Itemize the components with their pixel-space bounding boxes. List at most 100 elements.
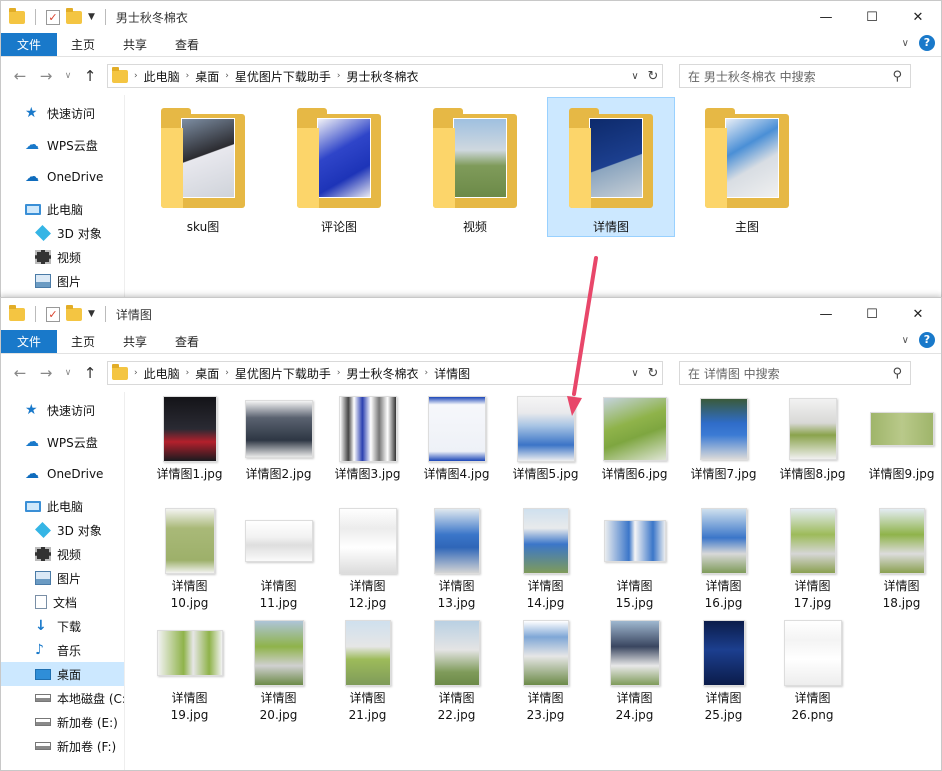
- refresh-icon[interactable]: ↻: [644, 69, 662, 84]
- nav-item[interactable]: 本地磁盘 (C:: [1, 686, 124, 710]
- breadcrumb-item[interactable]: 桌面: [195, 68, 219, 85]
- tab-share[interactable]: 共享: [109, 33, 161, 56]
- up-button[interactable]: ↑: [81, 67, 99, 85]
- recent-locations-icon[interactable]: ∨: [63, 71, 73, 81]
- address-dropdown-icon[interactable]: ∨: [626, 71, 644, 82]
- nav-item[interactable]: ↓ 下载: [1, 614, 124, 638]
- folder-item[interactable]: 详情图: [547, 97, 675, 237]
- nav-item[interactable]: ♪ 音乐: [1, 638, 124, 662]
- file-item[interactable]: 详情图 26.png: [768, 616, 857, 728]
- file-item[interactable]: 详情图 10.jpg: [145, 504, 234, 616]
- properties-icon[interactable]: ✓: [46, 9, 60, 25]
- tab-view[interactable]: 查看: [161, 330, 213, 353]
- back-button[interactable]: ←: [11, 67, 29, 85]
- nav-item-videos[interactable]: 视频: [1, 245, 124, 269]
- tab-home[interactable]: 主页: [57, 33, 109, 56]
- nav-item[interactable]: 此电脑: [1, 494, 124, 518]
- breadcrumb-item[interactable]: 此电脑: [144, 365, 180, 382]
- recent-locations-icon[interactable]: ∨: [63, 368, 73, 378]
- tab-home[interactable]: 主页: [57, 330, 109, 353]
- refresh-icon[interactable]: ↻: [644, 366, 662, 381]
- help-icon[interactable]: ?: [919, 332, 935, 348]
- file-item[interactable]: 详情图5.jpg: [501, 392, 590, 504]
- breadcrumb-item[interactable]: 桌面: [195, 365, 219, 382]
- tab-share[interactable]: 共享: [109, 330, 161, 353]
- nav-item[interactable]: ★ 快速访问: [1, 398, 124, 422]
- nav-item[interactable]: 3D 对象: [1, 518, 124, 542]
- maximize-button[interactable]: ☐: [849, 1, 895, 33]
- file-item[interactable]: 详情图 18.jpg: [857, 504, 941, 616]
- file-item[interactable]: 详情图 23.jpg: [501, 616, 590, 728]
- nav-item-3d-objects[interactable]: 3D 对象: [1, 221, 124, 245]
- file-item[interactable]: 详情图1.jpg: [145, 392, 234, 504]
- quick-access-dropdown-icon[interactable]: ▼: [88, 12, 95, 22]
- forward-button[interactable]: →: [37, 364, 55, 382]
- title-bar[interactable]: ✓ ▼ 男士秋冬棉衣 — ☐ ✕: [1, 1, 941, 33]
- nav-item[interactable]: 桌面: [1, 662, 124, 686]
- folder-item[interactable]: 评论图: [275, 97, 403, 237]
- nav-item[interactable]: 文档: [1, 590, 124, 614]
- search-input[interactable]: 在 详情图 中搜索 ⚲: [679, 361, 911, 385]
- maximize-button[interactable]: ☐: [849, 298, 895, 330]
- expand-ribbon-icon[interactable]: ∨: [902, 38, 909, 49]
- nav-item[interactable]: 新加卷 (E:): [1, 710, 124, 734]
- tab-file[interactable]: 文件: [1, 330, 58, 353]
- new-folder-icon[interactable]: [66, 304, 82, 321]
- file-item[interactable]: 详情图2.jpg: [234, 392, 323, 504]
- close-button[interactable]: ✕: [895, 298, 941, 330]
- breadcrumb-item[interactable]: 星优图片下载助手: [235, 365, 331, 382]
- title-bar[interactable]: ✓ ▼ 详情图 — ☐ ✕: [1, 298, 941, 330]
- breadcrumb-item[interactable]: 此电脑: [144, 68, 180, 85]
- file-item[interactable]: 详情图 17.jpg: [768, 504, 857, 616]
- file-item[interactable]: 详情图6.jpg: [590, 392, 679, 504]
- file-item[interactable]: 详情图9.jpg: [857, 392, 941, 504]
- help-icon[interactable]: ?: [919, 35, 935, 51]
- file-item[interactable]: 详情图 20.jpg: [234, 616, 323, 728]
- file-item[interactable]: 详情图 21.jpg: [323, 616, 412, 728]
- minimize-button[interactable]: —: [803, 1, 849, 33]
- close-button[interactable]: ✕: [895, 1, 941, 33]
- address-bar[interactable]: › 此电脑 › 桌面 › 星优图片下载助手 › 男士秋冬棉衣 ∨ ↻: [107, 64, 663, 88]
- nav-item-wps-cloud[interactable]: ☁ WPS云盘: [1, 133, 124, 157]
- minimize-button[interactable]: —: [803, 298, 849, 330]
- file-item[interactable]: 详情图 13.jpg: [412, 504, 501, 616]
- properties-icon[interactable]: ✓: [46, 306, 60, 322]
- nav-item[interactable]: ☁ WPS云盘: [1, 430, 124, 454]
- nav-item[interactable]: 新加卷 (F:): [1, 734, 124, 758]
- file-item[interactable]: 详情图4.jpg: [412, 392, 501, 504]
- nav-item-this-pc[interactable]: 此电脑: [1, 197, 124, 221]
- up-button[interactable]: ↑: [81, 364, 99, 382]
- file-item[interactable]: 详情图 11.jpg: [234, 504, 323, 616]
- file-item[interactable]: 详情图 22.jpg: [412, 616, 501, 728]
- back-button[interactable]: ←: [11, 364, 29, 382]
- file-item[interactable]: 详情图3.jpg: [323, 392, 412, 504]
- folder-item[interactable]: 主图: [683, 97, 811, 237]
- nav-item[interactable]: 图片: [1, 566, 124, 590]
- file-item[interactable]: 详情图7.jpg: [679, 392, 768, 504]
- breadcrumb-item[interactable]: 男士秋冬棉衣: [346, 365, 418, 382]
- breadcrumb-item[interactable]: 详情图: [434, 365, 470, 382]
- nav-item-onedrive[interactable]: ☁ OneDrive: [1, 165, 124, 189]
- nav-item[interactable]: ☁ OneDrive: [1, 462, 124, 486]
- nav-item[interactable]: 视频: [1, 542, 124, 566]
- folder-item[interactable]: 视频: [411, 97, 539, 237]
- breadcrumb-item[interactable]: 男士秋冬棉衣: [346, 68, 418, 85]
- forward-button[interactable]: →: [37, 67, 55, 85]
- nav-item-pictures[interactable]: 图片: [1, 269, 124, 293]
- file-item[interactable]: 详情图 12.jpg: [323, 504, 412, 616]
- new-folder-icon[interactable]: [66, 7, 82, 24]
- file-item[interactable]: 详情图 16.jpg: [679, 504, 768, 616]
- nav-item-quick-access[interactable]: ★ 快速访问: [1, 101, 124, 125]
- search-input[interactable]: 在 男士秋冬棉衣 中搜索 ⚲: [679, 64, 911, 88]
- tab-view[interactable]: 查看: [161, 33, 213, 56]
- expand-ribbon-icon[interactable]: ∨: [902, 335, 909, 346]
- quick-access-dropdown-icon[interactable]: ▼: [88, 309, 95, 319]
- tab-file[interactable]: 文件: [1, 33, 58, 56]
- file-item[interactable]: 详情图 14.jpg: [501, 504, 590, 616]
- file-item[interactable]: 详情图 15.jpg: [590, 504, 679, 616]
- address-dropdown-icon[interactable]: ∨: [626, 368, 644, 379]
- folder-item[interactable]: sku图: [139, 97, 267, 237]
- breadcrumb-item[interactable]: 星优图片下载助手: [235, 68, 331, 85]
- address-bar[interactable]: › 此电脑 › 桌面 › 星优图片下载助手 › 男士秋冬棉衣 › 详情图 ∨ ↻: [107, 361, 663, 385]
- file-item[interactable]: 详情图 19.jpg: [145, 616, 234, 728]
